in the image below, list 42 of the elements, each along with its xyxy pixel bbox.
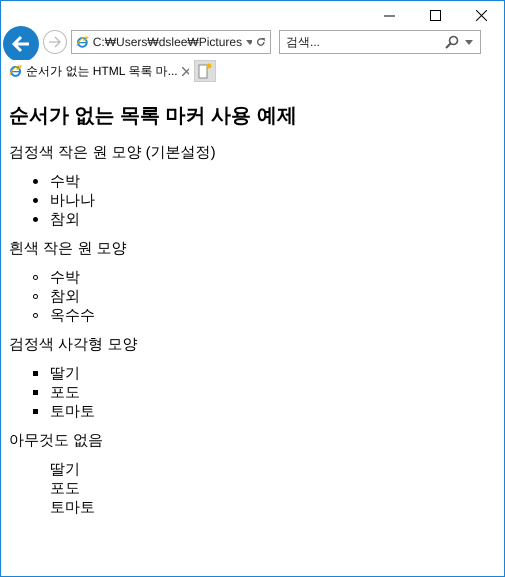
- refresh-icon[interactable]: [256, 36, 266, 48]
- new-tab-button[interactable]: [194, 60, 216, 82]
- bullet-icon: [33, 294, 38, 299]
- list-item: 바나나: [50, 191, 95, 210]
- address-bar[interactable]: C:₩Users₩dslee₩Pictures: [71, 30, 271, 54]
- browser-logo-icon: [76, 34, 89, 50]
- list-caption: 흰색 작은 원 모양: [9, 239, 128, 258]
- dropdown-caret-icon[interactable]: [463, 40, 475, 44]
- list-item: 옥수수: [50, 306, 95, 325]
- bullet-icon: [33, 371, 38, 376]
- close-tab-icon[interactable]: [182, 66, 189, 76]
- list-item: 포도: [50, 479, 80, 498]
- bullet-icon: [33, 217, 38, 222]
- back-button[interactable]: [3, 26, 39, 62]
- maximize-icon: [430, 10, 440, 20]
- list-item: 토마토: [50, 498, 95, 517]
- search-field[interactable]: 검색...: [279, 30, 481, 54]
- list-item: 토마토: [50, 402, 95, 421]
- bullet-icon: [33, 409, 38, 414]
- list-item: 포도: [50, 383, 80, 402]
- list-item: 수박: [50, 172, 80, 191]
- list-caption: 아무것도 없음: [9, 431, 104, 450]
- arrow-right-icon: [48, 36, 62, 48]
- bullet-icon: [33, 275, 38, 280]
- list-item: 수박: [50, 268, 80, 287]
- list-item: 참외: [50, 210, 80, 229]
- browser-logo-icon: [9, 63, 22, 79]
- page-heading: 순서가 없는 목록 마커 사용 예제: [9, 104, 298, 129]
- bullet-icon: [33, 179, 38, 184]
- new-page-icon: [198, 63, 212, 79]
- arrow-left-icon: [11, 35, 31, 53]
- close-icon: [476, 10, 486, 20]
- bullet-icon: [33, 313, 38, 318]
- list-caption: 검정색 사각형 모양: [9, 335, 138, 354]
- list-caption: 검정색 작은 원 모양 (기본설정): [9, 143, 217, 162]
- bullet-icon: [33, 198, 38, 203]
- bullet-icon: [33, 390, 38, 395]
- list-item: 참외: [50, 287, 80, 306]
- search-icon[interactable]: [445, 35, 459, 49]
- list-item: 딸기: [50, 460, 80, 479]
- dropdown-caret-icon[interactable]: [246, 40, 252, 44]
- list-item: 딸기: [50, 364, 80, 383]
